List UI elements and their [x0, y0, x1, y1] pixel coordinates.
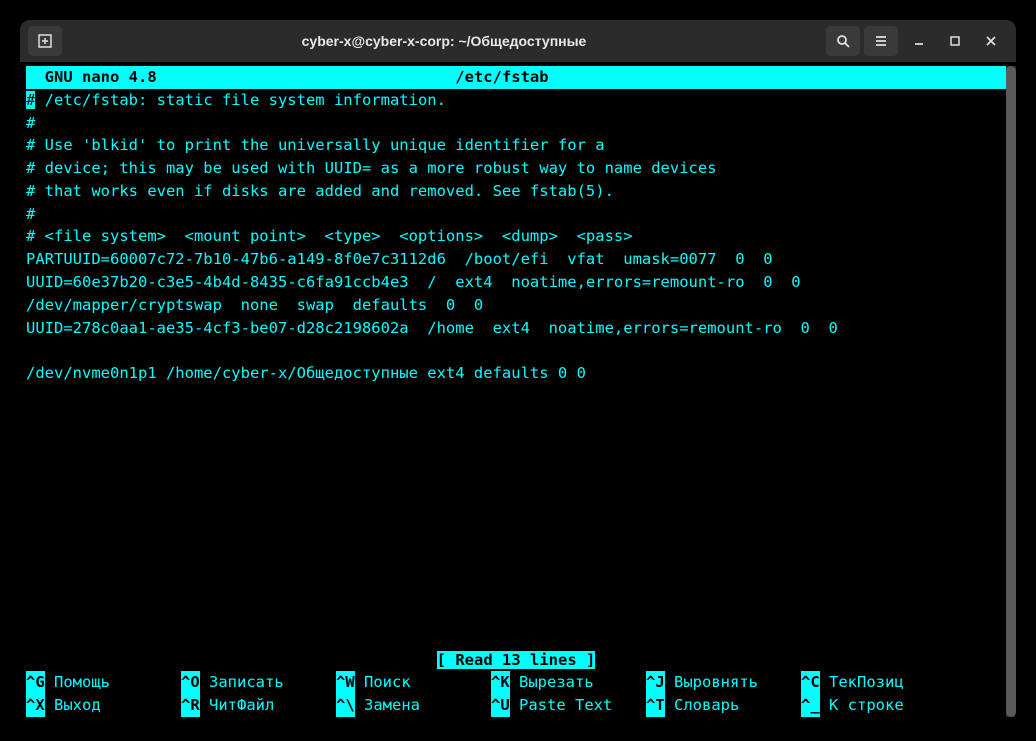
shortcut-item: ^K Вырезать [491, 671, 646, 694]
terminal-area[interactable]: GNU nano 4.8 /etc/fstab # /etc/fstab: st… [20, 62, 1016, 721]
menu-button[interactable] [864, 26, 898, 56]
shortcut-item: ^W Поиск [336, 671, 491, 694]
shortcut-key: ^J [646, 671, 665, 694]
shortcut-label: ЧитФайл [200, 694, 275, 717]
shortcut-label: Словарь [665, 694, 740, 717]
close-button[interactable] [974, 26, 1008, 56]
shortcut-item: ^T Словарь [646, 694, 801, 717]
shortcut-key: ^_ [801, 694, 820, 717]
shortcut-help: ^G Помощь^O Записать^W Поиск^K Вырезать^… [26, 671, 1006, 717]
maximize-button[interactable] [938, 26, 972, 56]
new-tab-button[interactable] [28, 26, 62, 56]
minimize-button[interactable] [902, 26, 936, 56]
status-message: [ Read 13 lines ] [437, 651, 596, 669]
shortcut-key: ^\ [336, 694, 355, 717]
shortcut-key: ^R [181, 694, 200, 717]
shortcut-item: ^U Paste Text [491, 694, 646, 717]
shortcut-label: ТекПозиц [820, 671, 904, 694]
nano-file-path: /etc/fstab [455, 68, 548, 86]
shortcut-label: Paste Text [510, 694, 613, 717]
hamburger-icon [874, 34, 888, 48]
scrollbar[interactable] [1006, 66, 1016, 717]
shortcut-item: ^O Записать [181, 671, 336, 694]
shortcut-label: Помощь [45, 671, 110, 694]
cursor: # [26, 91, 35, 109]
shortcut-key: ^W [336, 671, 355, 694]
shortcut-label: Замена [355, 694, 420, 717]
shortcut-label: Записать [200, 671, 284, 694]
titlebar: cyber-x@cyber-x-corp: ~/Общедоступные [20, 20, 1016, 62]
editor-content[interactable]: # /etc/fstab: static file system informa… [26, 89, 1006, 649]
close-icon [985, 35, 997, 47]
maximize-icon [949, 35, 961, 47]
shortcut-key: ^K [491, 671, 510, 694]
shortcut-item: ^X Выход [26, 694, 181, 717]
shortcut-label: Выровнять [665, 671, 758, 694]
window-title: cyber-x@cyber-x-corp: ~/Общедоступные [66, 33, 822, 49]
shortcut-item: ^\ Замена [336, 694, 491, 717]
shortcut-key: ^T [646, 694, 665, 717]
shortcut-item: ^R ЧитФайл [181, 694, 336, 717]
shortcut-label: К строке [820, 694, 904, 717]
new-tab-icon [38, 34, 52, 48]
nano-app-name: GNU nano 4.8 [26, 68, 157, 86]
shortcut-key: ^C [801, 671, 820, 694]
search-icon [836, 34, 850, 48]
shortcut-item: ^G Помощь [26, 671, 181, 694]
shortcut-item: ^_ К строке [801, 694, 956, 717]
shortcut-label: Выход [45, 694, 101, 717]
shortcut-key: ^X [26, 694, 45, 717]
minimize-icon [913, 35, 925, 47]
scroll-thumb[interactable] [1006, 66, 1016, 717]
shortcut-item: ^J Выровнять [646, 671, 801, 694]
shortcut-label: Вырезать [510, 671, 594, 694]
shortcut-label: Поиск [355, 671, 411, 694]
shortcut-key: ^U [491, 694, 510, 717]
window-controls [902, 26, 1008, 56]
search-button[interactable] [826, 26, 860, 56]
shortcut-item: ^C ТекПозиц [801, 671, 956, 694]
shortcut-key: ^G [26, 671, 45, 694]
nano-header: GNU nano 4.8 /etc/fstab [26, 66, 1006, 89]
status-line: [ Read 13 lines ] [26, 649, 1006, 672]
terminal-window: cyber-x@cyber-x-corp: ~/Общедоступные GN… [20, 20, 1016, 721]
shortcut-key: ^O [181, 671, 200, 694]
